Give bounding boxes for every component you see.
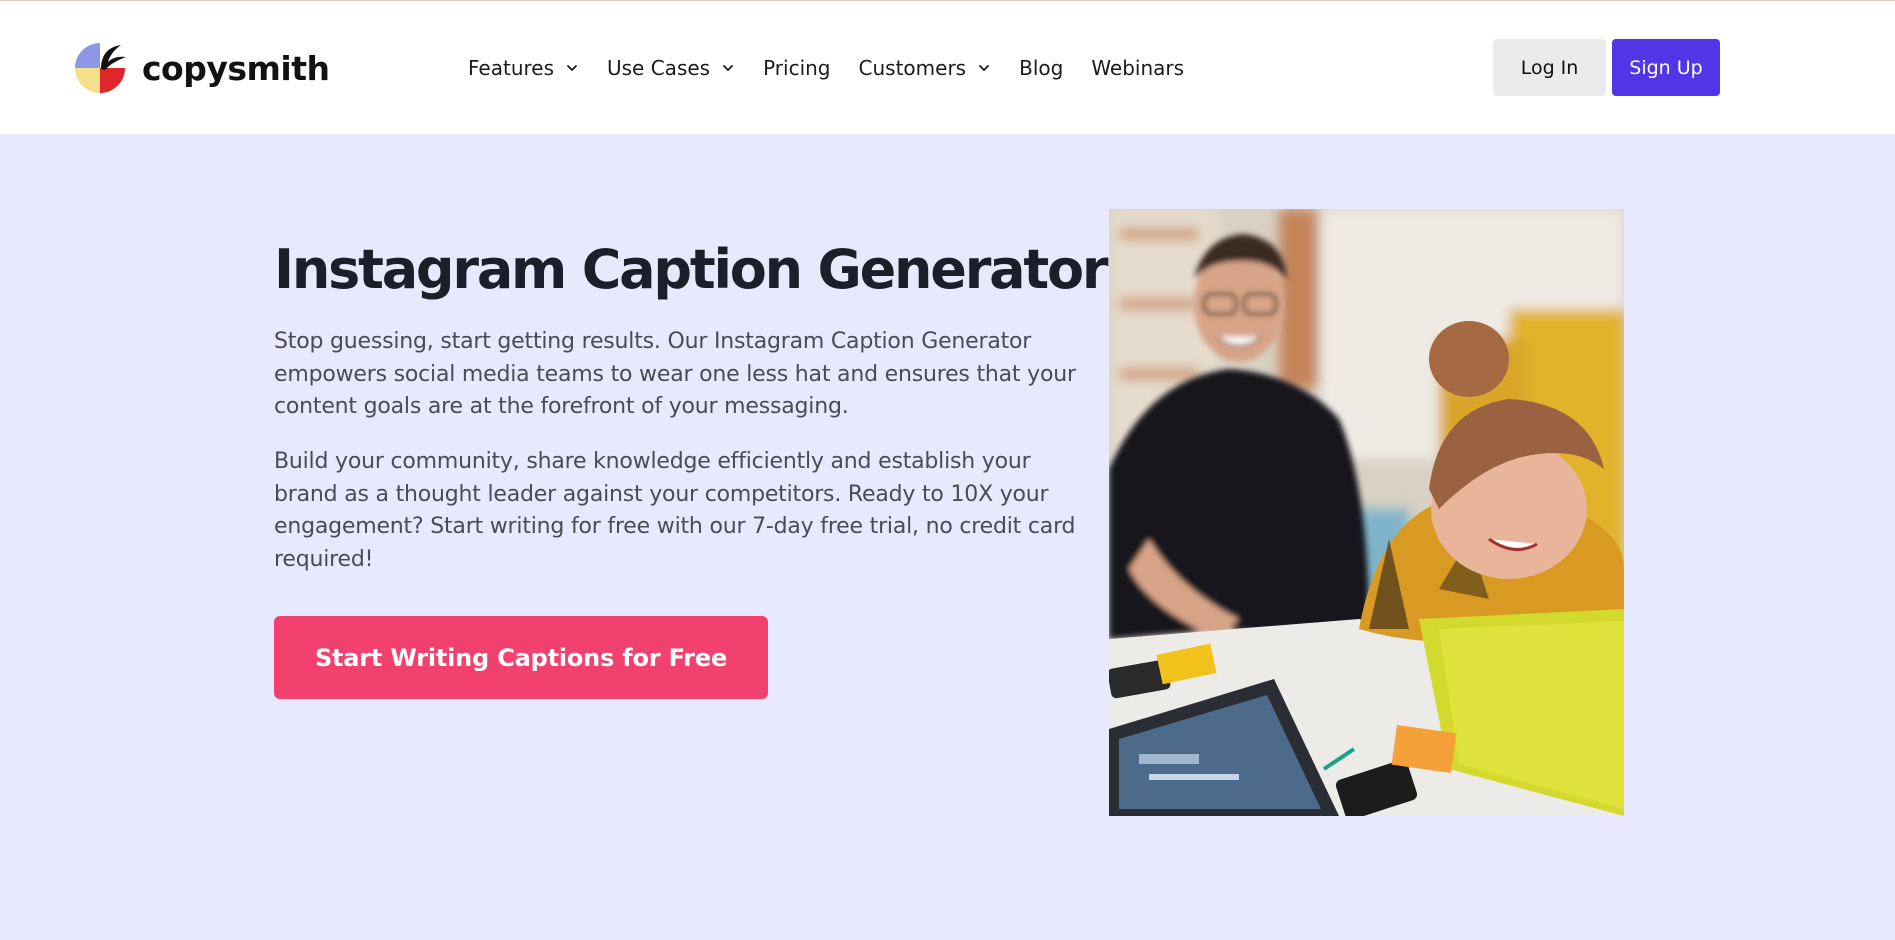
- hero-paragraph-2: Build your community, share knowledge ef…: [274, 449, 1076, 572]
- nav-item-label: Use Cases: [607, 56, 711, 80]
- nav-item-blog[interactable]: Blog: [1019, 56, 1063, 80]
- nav-item-label: Customers: [858, 56, 967, 80]
- nav-item-label: Webinars: [1091, 56, 1185, 80]
- nav-item-use-cases[interactable]: Use Cases: [607, 56, 735, 80]
- copysmith-logo-icon: [75, 43, 126, 93]
- hero-section: Instagram Caption Generator Stop guessin…: [0, 134, 1895, 940]
- page-title: Instagram Caption Generator: [274, 238, 1109, 301]
- copysmith-logo[interactable]: copysmith: [74, 42, 330, 94]
- nav-item-features[interactable]: Features: [468, 56, 579, 80]
- nav-item-webinars[interactable]: Webinars: [1091, 56, 1184, 80]
- site-header: copysmith Features Use Cases Pricing Cus…: [0, 1, 1895, 134]
- logo-wordmark: copysmith: [142, 48, 330, 88]
- chevron-down-icon: [977, 61, 991, 75]
- signup-button[interactable]: Sign Up: [1612, 39, 1720, 96]
- chevron-down-icon: [721, 61, 735, 75]
- hero-paragraph-1: Stop guessing, start getting results. Ou…: [274, 329, 1076, 419]
- start-writing-captions-button[interactable]: Start Writing Captions for Free: [274, 616, 768, 699]
- chevron-down-icon: [565, 61, 579, 75]
- nav-item-label: Pricing: [763, 56, 831, 80]
- main-nav: Features Use Cases Pricing Customers Blo…: [468, 51, 1212, 85]
- hero-photo: [1109, 209, 1624, 816]
- nav-item-pricing[interactable]: Pricing: [763, 56, 830, 80]
- nav-item-label: Features: [468, 56, 554, 80]
- login-button[interactable]: Log In: [1493, 39, 1606, 96]
- nav-item-customers[interactable]: Customers: [859, 56, 992, 80]
- nav-item-label: Blog: [1019, 56, 1064, 80]
